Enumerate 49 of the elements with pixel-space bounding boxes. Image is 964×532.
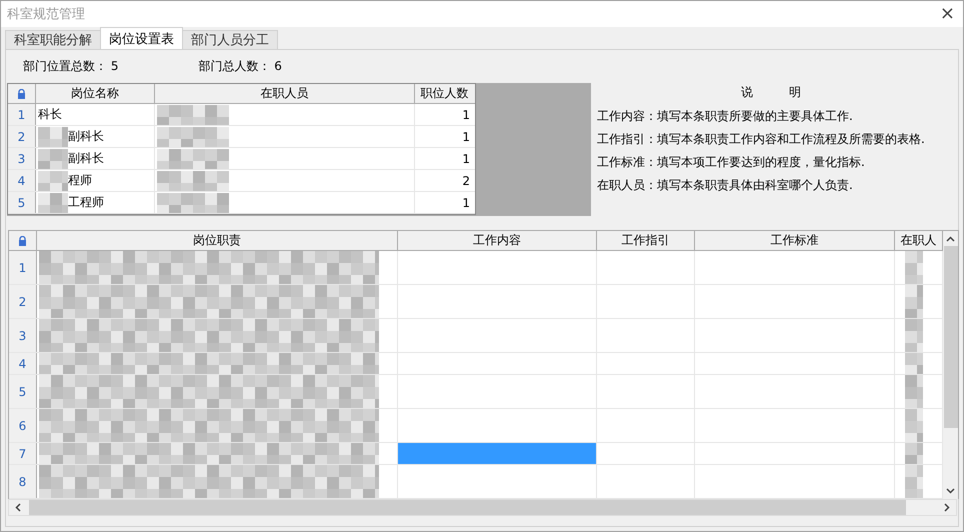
column-header[interactable]: 工作标准 [695,231,895,250]
note-text: 工作内容：填写本条职责所要做的主要具体工作. [597,108,854,125]
scroll-down-icon[interactable] [946,488,955,494]
scroll-thumb[interactable] [944,246,958,428]
table-cell: 1 [462,130,470,144]
tab[interactable]: 部门人员分工 [182,30,278,49]
selected-cell[interactable] [398,443,596,464]
table-cell: 程师 [68,172,92,189]
table-cell: 科长 [38,106,62,123]
scroll-thumb[interactable] [29,500,906,515]
note-text: 在职人员：填写本条职责具体由科室哪个人负责. [597,177,854,194]
table-cell: 1 [462,108,470,122]
window-title: 科室规范管理 [7,6,85,23]
column-header[interactable]: 岗位职责 [37,231,398,250]
row-number: 4 [8,170,36,191]
row-number[interactable]: 5 [9,375,37,408]
row-number: 1 [8,104,36,125]
column-header[interactable]: 工作指引 [597,231,695,250]
scroll-up-icon[interactable] [946,236,955,242]
row-number[interactable]: 8 [9,465,37,498]
close-button[interactable]: × [938,4,957,24]
table-cell: 副科长 [68,150,104,167]
table-cell: 副科长 [68,128,104,145]
row-number[interactable]: 7 [9,443,37,464]
row-number: 3 [8,148,36,169]
row-number[interactable]: 3 [9,319,37,352]
column-header[interactable]: 在职人 [895,231,943,250]
column-header[interactable]: 工作内容 [398,231,597,250]
table-cell: 工程师 [68,194,104,211]
notes-title: 说 明 [740,84,802,101]
scroll-left-icon[interactable] [15,503,21,512]
row-number: 2 [8,126,36,147]
horizontal-scrollbar[interactable] [8,499,957,516]
row-number[interactable]: 1 [9,251,37,284]
tab[interactable]: 科室职能分解 [5,30,101,49]
row-number: 5 [8,192,36,213]
table-cell: 2 [462,174,470,188]
summary-text: 部门位置总数： 5 [23,58,118,75]
note-text: 工作指引：填写本条职责工作内容和工作流程及所需要的表格. [597,131,925,148]
scroll-right-icon[interactable] [944,503,950,512]
row-number[interactable]: 4 [9,353,37,374]
summary-text: 部门总人数： 6 [198,58,282,75]
table-cell: 1 [462,152,470,166]
note-text: 工作标准：填写本项工作要达到的程度，量化指标. [597,154,866,171]
row-number[interactable]: 2 [9,285,37,318]
table-cell: 1 [462,196,470,210]
vertical-scrollbar[interactable] [943,231,958,499]
tab[interactable]: 岗位设置表 [100,27,183,49]
row-number[interactable]: 6 [9,409,37,442]
